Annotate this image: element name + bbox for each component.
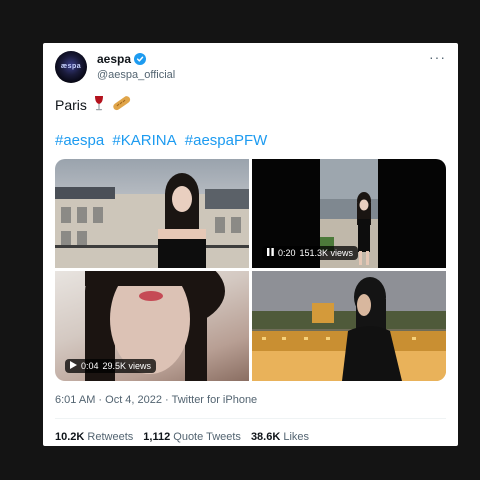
video-duration: 0:20 xyxy=(278,248,296,258)
wine-glass-icon xyxy=(93,95,105,114)
likes-label: Likes xyxy=(283,431,310,443)
divider xyxy=(55,418,446,419)
tweet-text-content: Paris xyxy=(55,96,87,113)
tweet-stats: 10.2K Retweets 1,112 Quote Tweets 38.6K … xyxy=(55,431,309,443)
account-handle[interactable]: @aespa_official xyxy=(97,69,175,81)
media-video-balcony[interactable]: 0:20 151.3K views xyxy=(252,159,446,268)
tweet-text: Paris xyxy=(55,95,131,114)
quotes-label: Quote Tweets xyxy=(173,431,241,443)
quotes-stat[interactable]: 1,112 Quote Tweets xyxy=(143,431,241,443)
quotes-count: 1,112 xyxy=(143,431,171,443)
retweets-label: Retweets xyxy=(87,431,134,443)
video-duration: 0:04 xyxy=(81,361,99,371)
tweet-card: æspa aespa @aespa_official ··· Paris #ae… xyxy=(43,43,458,446)
hashtag-link[interactable]: #KARINA xyxy=(112,132,176,149)
video-views: 29.5K views xyxy=(102,361,152,371)
retweets-count: 10.2K xyxy=(55,431,85,443)
media-photo-river[interactable] xyxy=(252,271,446,381)
media-photo-balcony[interactable] xyxy=(55,159,249,268)
more-options-icon[interactable]: ··· xyxy=(429,49,446,65)
likes-stat[interactable]: 38.6K Likes xyxy=(251,431,309,443)
hashtags: #aespa #KARINA #aespaPFW xyxy=(55,132,271,149)
play-icon[interactable] xyxy=(70,361,77,371)
media-video-closeup[interactable]: 0:04 29.5K views xyxy=(55,271,249,381)
tweet-timestamp[interactable]: 6:01 AM · Oct 4, 2022 · Twitter for iPho… xyxy=(55,394,257,406)
tweet-header: æspa aespa @aespa_official ··· xyxy=(55,49,448,83)
video-views: 151.3K views xyxy=(299,248,354,258)
hashtag-link[interactable]: #aespaPFW xyxy=(185,132,268,149)
avatar-logo: æspa xyxy=(60,63,82,70)
account-name[interactable]: aespa xyxy=(97,52,131,66)
retweets-stat[interactable]: 10.2K Retweets xyxy=(55,431,133,443)
avatar[interactable]: æspa xyxy=(55,51,87,83)
video-badge: 0:20 151.3K views xyxy=(262,246,359,260)
name-row: aespa xyxy=(97,52,147,66)
pause-icon[interactable] xyxy=(267,248,274,258)
hashtag-link[interactable]: #aespa xyxy=(55,132,104,149)
media-grid: 0:20 151.3K views 0:04 29.5K views xyxy=(55,159,446,381)
baguette-icon xyxy=(111,95,131,114)
verified-badge-icon xyxy=(134,53,147,65)
likes-count: 38.6K xyxy=(250,431,281,443)
video-badge: 0:04 29.5K views xyxy=(65,359,157,373)
